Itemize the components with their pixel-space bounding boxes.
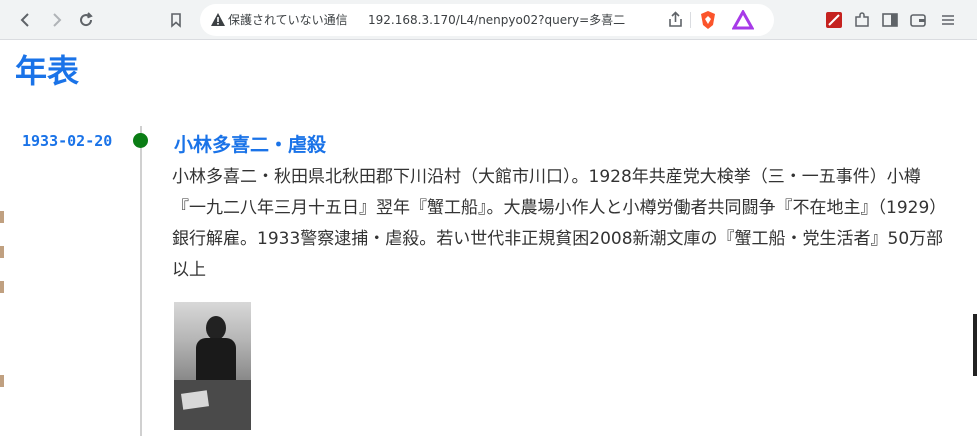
left-edge-mark xyxy=(0,281,4,293)
forward-arrow-icon xyxy=(53,13,62,27)
event-title[interactable]: 小林多喜二・虐殺 xyxy=(174,130,326,157)
scrollbar-thumb[interactable] xyxy=(973,314,977,376)
page-title: 年表 xyxy=(15,52,80,90)
extension-red-icon xyxy=(826,12,842,28)
bookmark-icon xyxy=(171,13,181,28)
wallet-icon xyxy=(910,14,926,27)
menu-button[interactable] xyxy=(934,6,962,34)
extension-button[interactable] xyxy=(820,6,848,34)
extensions-menu-button[interactable] xyxy=(848,6,876,34)
left-edge-mark xyxy=(0,375,4,387)
sidebar-button[interactable] xyxy=(876,6,904,34)
event-photo xyxy=(174,302,251,430)
left-edge-mark xyxy=(0,211,4,223)
hamburger-menu-icon xyxy=(942,15,954,25)
timeline-dot xyxy=(133,133,148,148)
rewards-icon[interactable] xyxy=(732,10,754,30)
omnibox-divider xyxy=(690,12,691,28)
security-label[interactable]: 保護されていない通信 xyxy=(228,4,348,36)
left-edge-mark xyxy=(0,246,4,258)
browser-toolbar: 保護されていない通信 192.168.3.170/L4/nenpyo02?que… xyxy=(0,0,977,40)
event-description: 小林多喜二・秋田県北秋田郡下川沿村（大館市川口）。1928年共産党大検挙（三・一… xyxy=(172,167,947,280)
timeline-line xyxy=(140,126,142,436)
reload-icon xyxy=(80,12,93,27)
forward-button[interactable] xyxy=(42,6,70,34)
reload-button[interactable] xyxy=(72,6,100,34)
event-date: 1933-02-20 xyxy=(22,132,113,150)
share-icon[interactable] xyxy=(666,10,686,30)
bookmark-button[interactable] xyxy=(162,6,190,34)
page-content: 年表 1933-02-20 小林多喜二・虐殺 小林多喜二・秋田県北秋田郡下川沿村… xyxy=(0,41,977,436)
puzzle-icon xyxy=(855,12,869,27)
url-text[interactable]: 192.168.3.170/L4/nenpyo02?query=多喜二 xyxy=(368,4,668,36)
warning-icon xyxy=(211,13,225,26)
wallet-button[interactable] xyxy=(904,6,932,34)
brave-shield-icon[interactable] xyxy=(698,10,718,30)
back-arrow-icon xyxy=(20,13,29,27)
address-bar[interactable]: 保護されていない通信 192.168.3.170/L4/nenpyo02?que… xyxy=(200,4,774,36)
back-button[interactable] xyxy=(12,6,40,34)
sidebar-icon xyxy=(882,13,898,27)
